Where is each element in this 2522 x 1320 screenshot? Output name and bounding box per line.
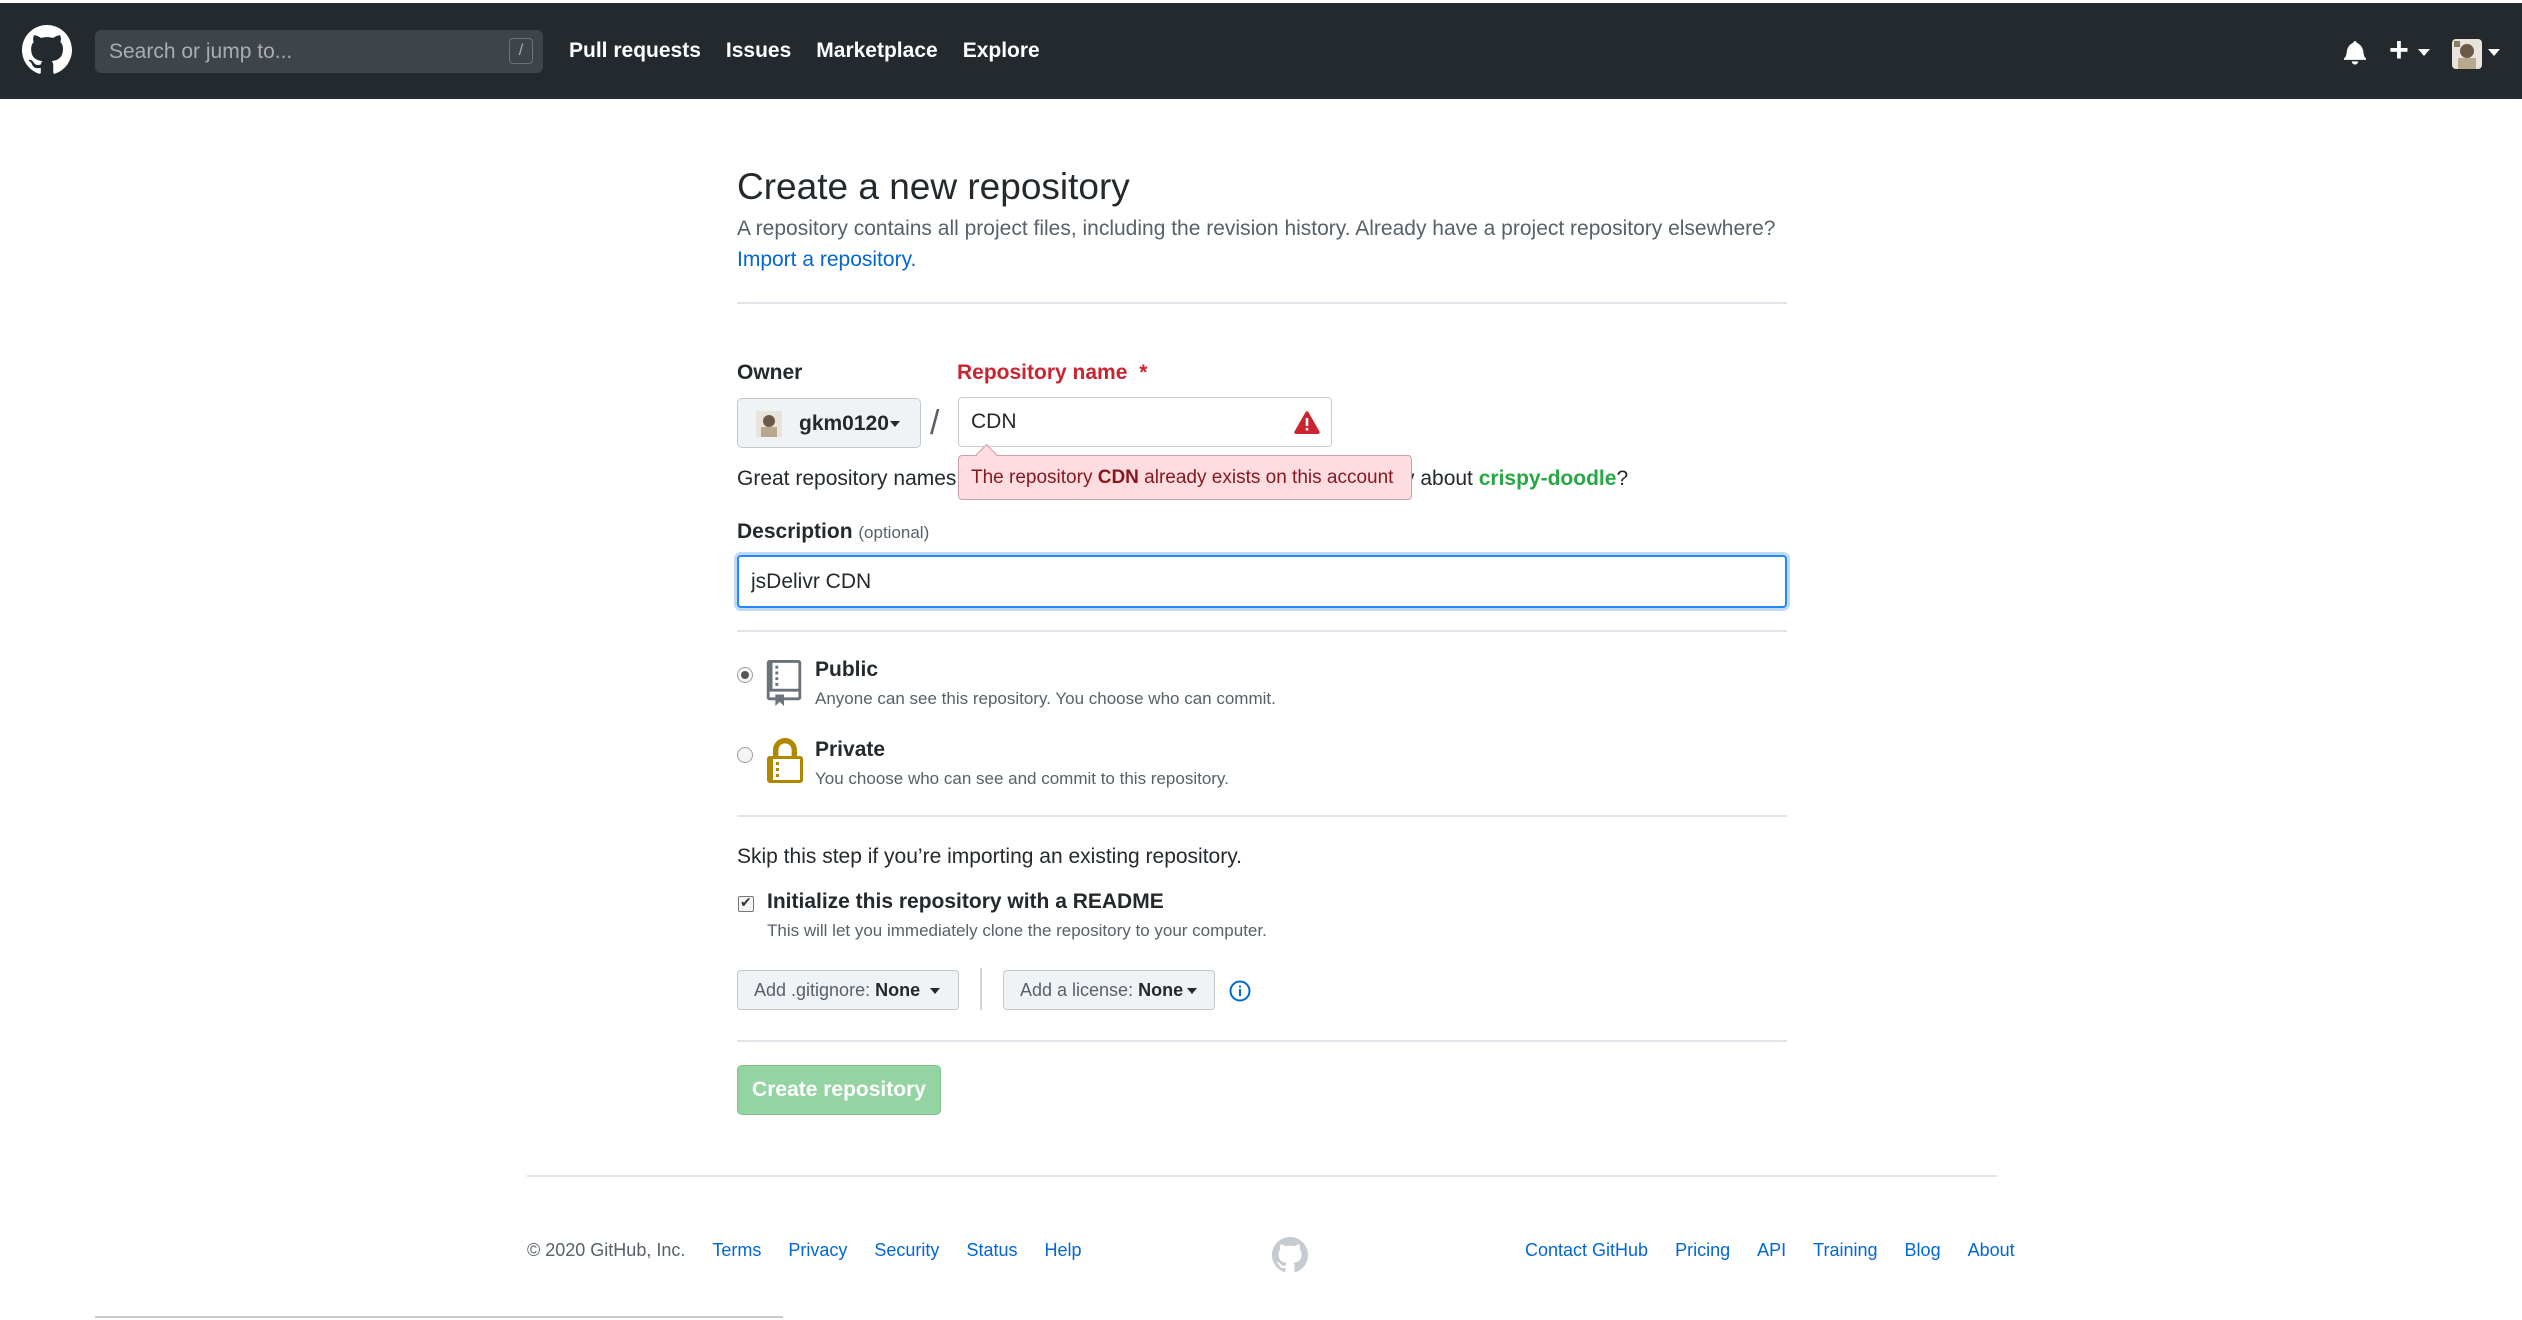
divider [737,630,1787,632]
nav-pull-requests[interactable]: Pull requests [569,39,701,63]
owner-name: gkm0120 [799,412,889,435]
checkmark-icon: ✔ [740,894,752,910]
bell-icon[interactable] [2344,39,2366,65]
footer-link-training[interactable]: Training [1813,1240,1877,1260]
repo-name-input[interactable] [958,397,1332,447]
gitignore-value: None [875,980,921,1000]
footer-link-privacy[interactable]: Privacy [788,1240,847,1260]
footer-link-terms[interactable]: Terms [712,1240,761,1260]
footer-link-status[interactable]: Status [966,1240,1017,1260]
repo-book-icon [766,660,802,706]
search-input[interactable] [95,30,543,73]
repo-exists-error: The repository CDN already exists on thi… [958,455,1412,500]
footer-link-about[interactable]: About [1968,1240,2015,1260]
warning-icon [1294,411,1320,434]
required-mark: * [1139,361,1148,384]
select-separator [980,968,982,1010]
github-logo-icon[interactable] [22,25,72,75]
repo-name-label-text: Repository name [957,361,1128,384]
readme-checkbox[interactable]: ✔ [738,894,754,912]
header-nav: Pull requests Issues Marketplace Explore [569,3,1065,99]
gitignore-prefix: Add .gitignore: [754,980,876,1000]
footer-link-blog[interactable]: Blog [1905,1240,1941,1260]
plus-icon[interactable]: + [2389,33,2409,67]
page-intro: A repository contains all project files,… [737,217,1776,240]
global-header: / Pull requests Issues Marketplace Explo… [0,3,2522,99]
private-radio[interactable] [737,747,753,763]
owner-repo-separator: / [930,404,940,442]
search-box: / [95,30,543,73]
private-description: You choose who can see and commit to thi… [815,769,1229,788]
skip-step-text: Skip this step if you’re importing an ex… [737,845,1243,868]
error-text-suffix: already exists on this account [1138,467,1394,488]
info-icon[interactable] [1229,980,1251,1002]
github-footer-logo-icon[interactable] [1272,1237,1308,1273]
lock-icon [767,738,803,783]
gitignore-caret-icon [930,988,940,994]
nav-marketplace[interactable]: Marketplace [816,39,937,63]
owner-caret-icon [890,421,900,427]
description-input[interactable] [737,555,1787,608]
name-suggestion-link[interactable]: crispy-doodle [1479,467,1617,490]
footer-left: © 2020 GitHub, Inc. Terms Privacy Securi… [527,1240,1082,1261]
public-description: Anyone can see this repository. You choo… [815,689,1276,708]
repo-name-hint-left: Great repository names [737,467,957,490]
readme-label[interactable]: Initialize this repository with a README [767,890,1164,914]
create-repository-button[interactable]: Create repository [737,1065,941,1115]
public-label: Public [815,658,879,681]
search-shortcut-key: / [509,38,533,64]
license-select[interactable]: Add a license: None [1003,970,1215,1010]
public-radio[interactable] [737,667,753,683]
description-label-text: Description [737,520,853,543]
error-repo-name: CDN [1097,467,1139,488]
avatar[interactable] [2452,39,2482,69]
footer-link-help[interactable]: Help [1045,1240,1082,1260]
footer-link-api[interactable]: API [1757,1240,1786,1260]
owner-select[interactable]: gkm0120 [737,398,921,448]
avatar-caret-icon [2488,49,2500,56]
footer-divider [527,1175,1997,1177]
repo-name-hint-right: y about crispy-doodle? [1404,467,1628,491]
footer-copyright: © 2020 GitHub, Inc. [527,1240,686,1260]
nav-issues[interactable]: Issues [726,39,791,63]
readme-description: This will let you immediately clone the … [767,921,1267,940]
hint-text: y about [1404,467,1479,490]
hint-end: ? [1616,467,1629,490]
private-label: Private [815,738,886,761]
error-text-prefix: The repository [971,467,1098,488]
owner-label: Owner [737,361,803,384]
footer-link-security[interactable]: Security [874,1240,939,1260]
nav-explore[interactable]: Explore [963,39,1040,63]
owner-avatar [756,411,782,437]
gitignore-select[interactable]: Add .gitignore: None [737,970,959,1010]
divider [737,302,1787,304]
repo-name-label: Repository name * [957,361,1147,385]
import-repository-link[interactable]: Import a repository. [737,248,916,272]
description-label: Description (optional) [737,520,929,544]
page-title: Create a new repository [737,166,1130,207]
plus-caret-icon [2418,49,2430,56]
divider [737,1040,1787,1042]
footer-right: Contact GitHub Pricing API Training Blog… [1503,1240,2015,1261]
footer-link-contact[interactable]: Contact GitHub [1525,1240,1648,1260]
description-optional: (optional) [858,523,930,542]
horizontal-scrollbar[interactable] [95,1316,783,1318]
license-prefix: Add a license: [1020,980,1139,1000]
divider [737,815,1787,817]
license-caret-icon [1187,988,1197,994]
license-value: None [1138,980,1184,1000]
footer-link-pricing[interactable]: Pricing [1675,1240,1730,1260]
